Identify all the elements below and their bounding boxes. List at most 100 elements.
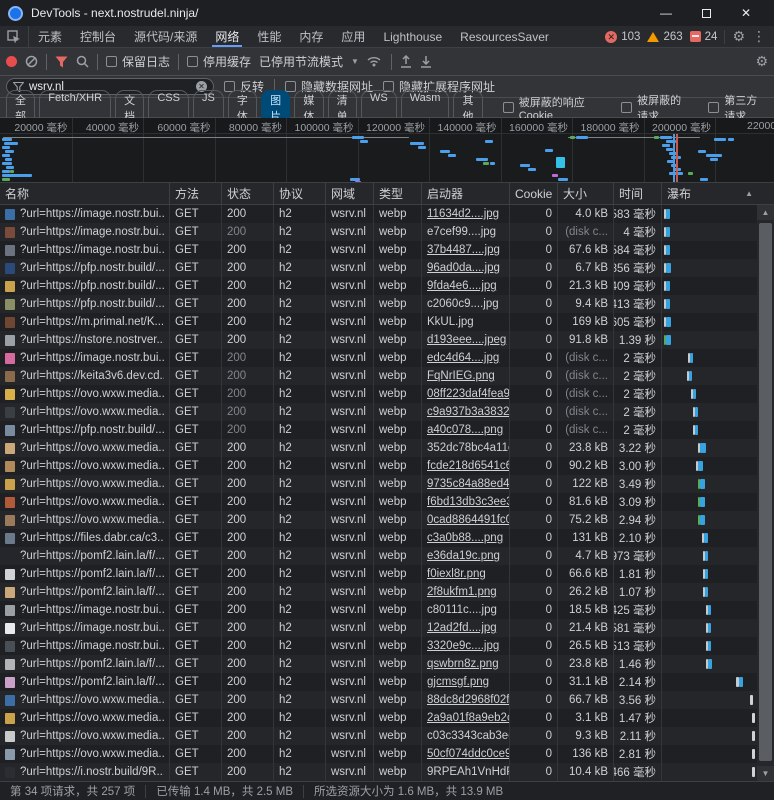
initiator-link[interactable]: edc4d64....jpg <box>427 352 499 364</box>
table-row[interactable]: ?url=https://image.nostr.bui...GET200h2w… <box>0 619 774 637</box>
initiator-link[interactable]: 88dc8d2968f02f <box>427 694 510 706</box>
tab-元素[interactable]: 元素 <box>29 26 71 47</box>
initiator-link[interactable]: 96ad0da....jpg <box>427 262 500 274</box>
table-row[interactable]: ?url=https://ovo.wxw.media...GET200h2wsr… <box>0 511 774 529</box>
initiator-link[interactable]: a40c078....png <box>427 424 503 436</box>
clear-icon[interactable] <box>25 55 38 68</box>
column-header-类型[interactable]: 类型 <box>374 183 422 204</box>
issues-count-badge[interactable]: 24 <box>690 31 718 43</box>
initiator-link[interactable]: c3a0b88....png <box>427 532 503 544</box>
column-header-协议[interactable]: 协议 <box>274 183 326 204</box>
tab-Lighthouse[interactable]: Lighthouse <box>374 26 451 47</box>
table-row[interactable]: ?url=https://pfp.nostr.build/...GET200h2… <box>0 295 774 313</box>
table-row[interactable]: ?url=https://ovo.wxw.media...GET200h2wsr… <box>0 403 774 421</box>
initiator-link[interactable]: 12ad2fd....jpg <box>427 622 497 634</box>
import-har-icon[interactable] <box>400 55 412 68</box>
vertical-scrollbar[interactable]: ▲ ▼ <box>757 205 774 781</box>
table-row[interactable]: ?url=https://ovo.wxw.media...GET200h2wsr… <box>0 727 774 745</box>
record-icon[interactable] <box>6 56 17 67</box>
table-row[interactable]: ?url=https://pfp.nostr.build/...GET200h2… <box>0 259 774 277</box>
column-header-Cookie[interactable]: Cookie <box>510 183 558 204</box>
column-header-状态[interactable]: 状态 <box>222 183 274 204</box>
tab-网络[interactable]: 网络 <box>206 26 248 47</box>
error-count-badge[interactable]: ✕ 103 <box>605 31 640 43</box>
initiator-link[interactable]: d193eee....jpeg <box>427 334 506 346</box>
initiator-link[interactable]: gjcmsgf.png <box>427 676 489 688</box>
search-icon[interactable] <box>76 55 89 68</box>
initiator-link[interactable]: c9a937b3a3832c <box>427 406 510 418</box>
tab-性能[interactable]: 性能 <box>248 26 290 47</box>
table-row[interactable]: ?url=https://pfp.nostr.build/...GET200h2… <box>0 421 774 439</box>
tab-应用[interactable]: 应用 <box>332 26 374 47</box>
initiator-link[interactable]: 11634d2....jpg <box>427 208 499 220</box>
initiator-link[interactable]: 2f8ukfm1.png <box>427 586 497 598</box>
table-row[interactable]: ?url=https://image.nostr.bui...GET200h2w… <box>0 601 774 619</box>
kebab-menu-icon[interactable]: ⋮ <box>752 28 766 45</box>
table-row[interactable]: ?url=https://image.nostr.bui...GET200h2w… <box>0 349 774 367</box>
inspect-element-button[interactable] <box>0 26 29 47</box>
table-row[interactable]: ?url=https://ovo.wxw.media...GET200h2wsr… <box>0 385 774 403</box>
initiator-link[interactable]: 2a9a01f8a9eb2c <box>427 712 510 724</box>
table-row[interactable]: ?url=https://pomf2.lain.la/f/...GET200h2… <box>0 673 774 691</box>
table-row[interactable]: ?url=https://m.primal.net/K...GET200h2ws… <box>0 313 774 331</box>
export-har-icon[interactable] <box>420 55 432 68</box>
initiator-link[interactable]: 0cad8864491fc0 <box>427 514 510 526</box>
initiator-link[interactable]: 37b4487....jpg <box>427 244 500 256</box>
initiator-link[interactable]: FqNrIEG.png <box>427 370 495 382</box>
initiator-link[interactable]: 3320e9c....jpg <box>427 640 499 652</box>
preserve-log-checkbox[interactable]: 保留日志 <box>106 53 170 70</box>
network-settings-gear-icon[interactable]: ⚙ <box>755 53 768 70</box>
tab-内存[interactable]: 内存 <box>290 26 332 47</box>
tab-控制台[interactable]: 控制台 <box>71 26 125 47</box>
scroll-down-icon[interactable]: ▼ <box>757 766 774 781</box>
table-row[interactable]: ?url=https://ovo.wxw.media...GET200h2wsr… <box>0 439 774 457</box>
table-row[interactable]: ?url=https://ovo.wxw.media...GET200h2wsr… <box>0 457 774 475</box>
filter-funnel-icon[interactable] <box>55 56 68 68</box>
initiator-link[interactable]: f0iexl8r.png <box>427 568 486 580</box>
network-overview[interactable]: 20000 毫秒40000 毫秒60000 毫秒80000 毫秒100000 毫… <box>0 118 774 183</box>
warning-count-badge[interactable]: 263 <box>647 31 682 43</box>
close-button[interactable]: ✕ <box>726 0 766 26</box>
disable-cache-checkbox[interactable]: 停用缓存 <box>187 53 251 70</box>
column-header-大小[interactable]: 大小 <box>558 183 614 204</box>
scrollbar-thumb[interactable] <box>759 223 772 761</box>
table-row[interactable]: ?url=https://image.nostr.bui...GET200h2w… <box>0 223 774 241</box>
minimize-button[interactable]: — <box>646 0 686 26</box>
table-row[interactable]: ?url=https://pomf2.lain.la/f/...GET200h2… <box>0 655 774 673</box>
initiator-link[interactable]: fcde218d6541c6 <box>427 460 510 472</box>
initiator-link[interactable]: e36da19c.png <box>427 550 500 562</box>
initiator-link[interactable]: 9735c84a88ed48 <box>427 478 510 490</box>
initiator-link[interactable]: qswbrn8z.png <box>427 658 499 670</box>
throttling-dropdown[interactable]: 已停用节流模式▼ <box>259 53 359 70</box>
tab-ResourcesSaver[interactable]: ResourcesSaver <box>451 26 558 47</box>
table-row[interactable]: ?url=https://ovo.wxw.media...GET200h2wsr… <box>0 745 774 763</box>
table-row[interactable]: ?url=https://pomf2.lain.la/f/...GET200h2… <box>0 583 774 601</box>
table-row[interactable]: ?url=https://image.nostr.bui...GET200h2w… <box>0 241 774 259</box>
table-row[interactable]: ?url=https://ovo.wxw.media...GET200h2wsr… <box>0 709 774 727</box>
column-header-网域[interactable]: 网域 <box>326 183 374 204</box>
table-row[interactable]: ?url=https://ovo.wxw.media...GET200h2wsr… <box>0 691 774 709</box>
initiator-link[interactable]: 08ff223daf4fea9 <box>427 388 510 400</box>
table-row[interactable]: ?url=https://pomf2.lain.la/f/...GET200h2… <box>0 547 774 565</box>
initiator-link[interactable]: 9fda4e6....jpg <box>427 280 497 292</box>
settings-gear-icon[interactable]: ⚙ <box>732 28 745 45</box>
column-header-启动器[interactable]: 启动器 <box>422 183 510 204</box>
tab-源代码/来源[interactable]: 源代码/来源 <box>125 26 206 47</box>
scroll-up-icon[interactable]: ▲ <box>757 205 774 220</box>
table-row[interactable]: ?url=https://image.nostr.bui...GET200h2w… <box>0 637 774 655</box>
table-row[interactable]: ?url=https://ovo.wxw.media...GET200h2wsr… <box>0 493 774 511</box>
table-row[interactable]: ?url=https://keita3v6.dev.cd...GET200h2w… <box>0 367 774 385</box>
table-row[interactable]: ?url=https://files.dabr.ca/c3...GET200h2… <box>0 529 774 547</box>
table-row[interactable]: ?url=https://i.nostr.build/9R...GET200h2… <box>0 763 774 781</box>
table-row[interactable]: ?url=https://image.nostr.bui...GET200h2w… <box>0 205 774 223</box>
column-header-瀑布[interactable]: 瀑布▲ <box>662 183 757 204</box>
table-row[interactable]: ?url=https://pomf2.lain.la/f/...GET200h2… <box>0 565 774 583</box>
table-row[interactable]: ?url=https://ovo.wxw.media...GET200h2wsr… <box>0 475 774 493</box>
table-row[interactable]: ?url=https://pfp.nostr.build/...GET200h2… <box>0 277 774 295</box>
sort-ascending-icon[interactable]: ▲ <box>745 189 753 198</box>
maximize-button[interactable] <box>686 0 726 26</box>
initiator-link[interactable]: f6bd13db3c3ee3 <box>427 496 510 508</box>
table-row[interactable]: ?url=https://nstore.nostrver...GET200h2w… <box>0 331 774 349</box>
initiator-link[interactable]: 50cf074ddc0ce9 <box>427 748 510 760</box>
column-header-名称[interactable]: 名称 <box>0 183 170 204</box>
